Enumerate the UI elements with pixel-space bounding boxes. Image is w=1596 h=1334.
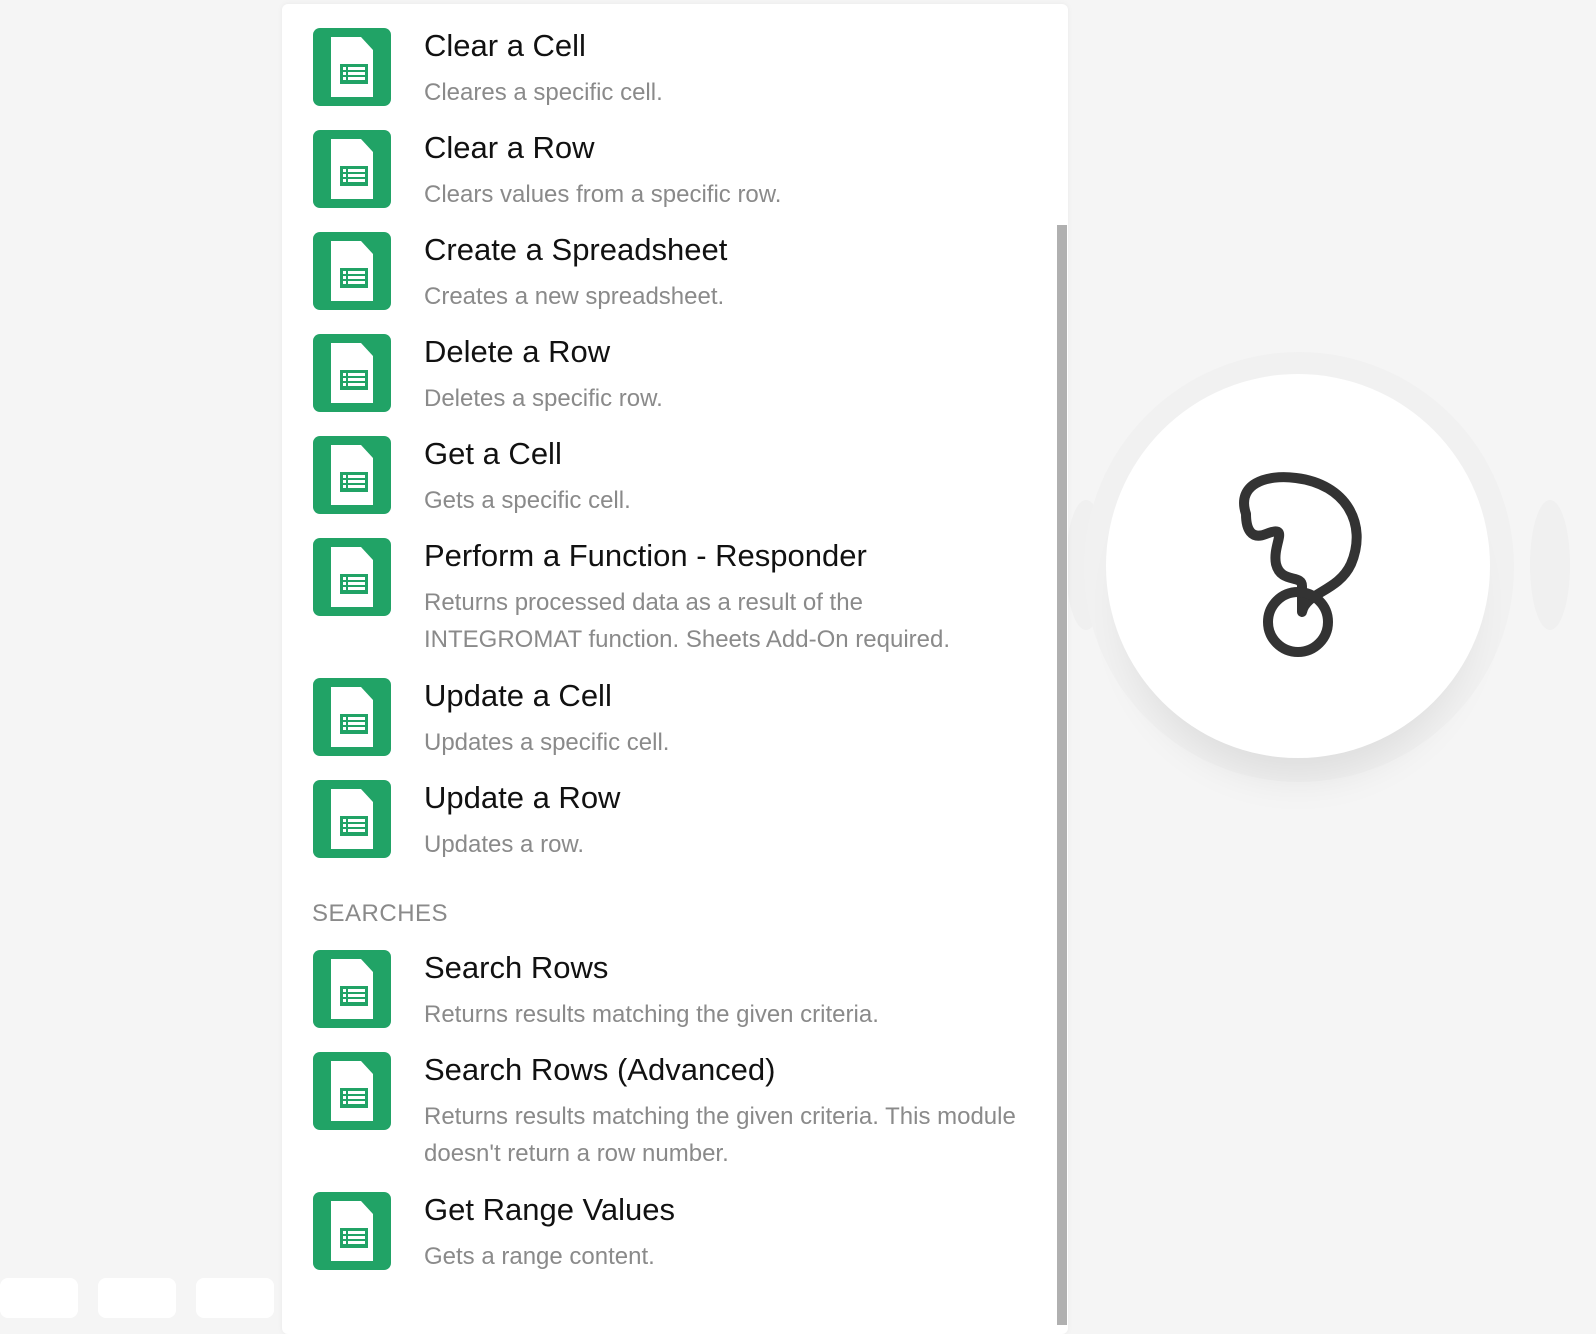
google-sheets-icon (313, 780, 391, 858)
module-description: Returns results matching the given crite… (424, 1103, 1016, 1167)
module-description: Deletes a specific row. (424, 385, 663, 412)
unknown-module-node[interactable] (1106, 374, 1490, 758)
google-sheets-icon (313, 1052, 391, 1130)
google-sheets-icon (313, 130, 391, 208)
module-title: Search Rows (Advanced) (424, 1052, 776, 1087)
bottom-tab[interactable] (0, 1278, 78, 1318)
module-description: Updates a specific cell. (424, 729, 670, 756)
module-title: Perform a Function - Responder (424, 538, 867, 573)
google-sheets-icon (313, 28, 391, 106)
module-description: Returns results matching the given crite… (424, 1001, 879, 1028)
connector-right (1530, 500, 1570, 630)
google-sheets-icon (313, 950, 391, 1028)
google-sheets-icon (313, 678, 391, 756)
module-description: Returns processed data as a result of th… (424, 589, 951, 653)
module-description: Clears values from a specific row. (424, 181, 782, 208)
module-description: Cleares a specific cell. (424, 79, 663, 106)
module-title: Clear a Row (424, 130, 595, 165)
module-title: Create a Spreadsheet (424, 232, 728, 267)
module-title: Get Range Values (424, 1192, 676, 1227)
google-sheets-icon (313, 232, 391, 310)
google-sheets-icon (313, 1192, 391, 1270)
module-description: Updates a row. (424, 831, 585, 858)
module-title: Clear a Cell (424, 28, 586, 63)
module-description: Gets a specific cell. (424, 487, 631, 514)
module-title: Update a Cell (424, 678, 612, 713)
module-title: Update a Row (424, 780, 621, 815)
google-sheets-icon (313, 334, 391, 412)
google-sheets-icon (313, 538, 391, 616)
scrollbar[interactable] (1057, 225, 1067, 1325)
module-title: Search Rows (424, 950, 609, 985)
module-title: Delete a Row (424, 334, 611, 369)
question-mark-icon (1239, 472, 1362, 657)
google-sheets-icon (313, 436, 391, 514)
bottom-tab[interactable] (196, 1278, 274, 1318)
section-header-searches: SEARCHES (312, 900, 449, 927)
module-description: Creates a new spreadsheet. (424, 283, 725, 310)
module-title: Get a Cell (424, 436, 562, 471)
module-description: Gets a range content. (424, 1243, 655, 1270)
bottom-tab[interactable] (98, 1278, 176, 1318)
